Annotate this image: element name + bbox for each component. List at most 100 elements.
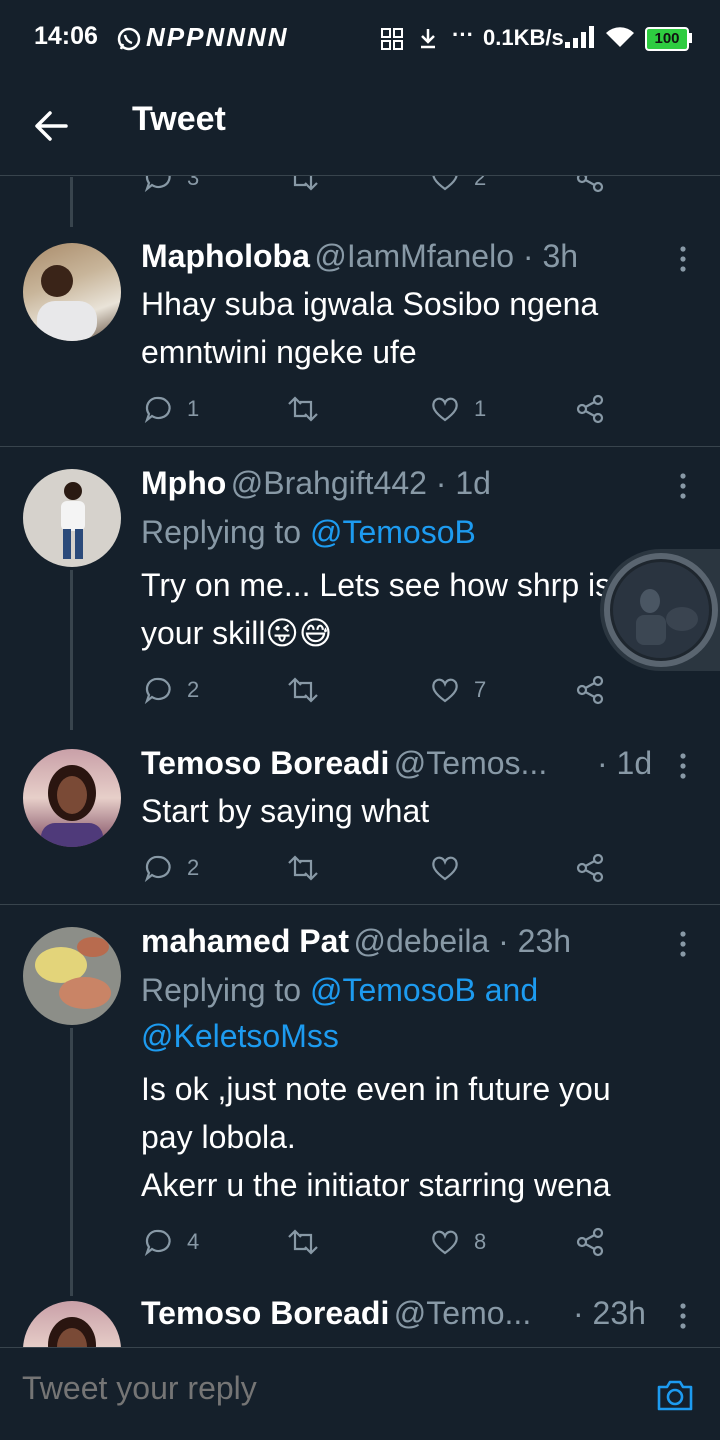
reply-count: 2 (187, 855, 200, 880)
more-icon[interactable] (673, 929, 693, 959)
tweet-text-line: Is ok ,just note even in future you (141, 1071, 611, 1107)
like-count: 7 (474, 677, 487, 702)
author-handle-time[interactable]: @Brahgift442 · 1d (231, 465, 491, 501)
reply-button[interactable]: 1 (143, 392, 199, 426)
avatar-photo (61, 482, 85, 559)
reply-icon (144, 1229, 171, 1257)
author-handle-time[interactable]: @debeila · 23h (354, 923, 572, 959)
author-name[interactable]: Temoso Boreadi (141, 745, 389, 781)
battery-tip (689, 33, 692, 43)
more-icon[interactable] (673, 751, 693, 781)
replying-to-label: Replying to (141, 514, 310, 550)
reply-input[interactable] (22, 1370, 622, 1407)
more-icon[interactable] (673, 244, 693, 274)
avatar-photo (41, 765, 103, 847)
avatar-photo (35, 937, 111, 1009)
replying-to-label: Replying to (141, 972, 310, 1008)
like-button[interactable]: 7 (430, 673, 486, 707)
retweet-button[interactable] (286, 851, 320, 885)
page-title: Tweet (132, 100, 226, 138)
whatsapp-icon (117, 27, 141, 51)
replying-to: Replying to @TemosoB and @KeletsoMss (141, 967, 538, 1059)
author-handle[interactable]: @Temos... (394, 745, 547, 781)
reply-count: 4 (187, 1229, 200, 1254)
author-name[interactable]: mahamed Pat (141, 923, 349, 959)
tweet-text-line: pay lobola. (141, 1119, 296, 1155)
battery-icon: 100 (645, 27, 689, 51)
status-time: 14:06 (34, 22, 98, 50)
tweet-text-line: emntwini ngeke ufe (141, 334, 417, 370)
author-handle-time[interactable]: @IamMfanelo · 3h (314, 238, 578, 274)
like-icon (432, 397, 458, 422)
tweet[interactable]: Mapholoba @IamMfanelo · 3h Hhay suba igw… (0, 226, 720, 446)
retweet-icon (288, 1229, 318, 1255)
share-icon (576, 1227, 604, 1257)
share-button[interactable] (575, 851, 605, 885)
avatar[interactable] (23, 1301, 121, 1347)
mention-link[interactable]: @TemosoB and (310, 972, 538, 1008)
tweet-text-line: Start by saying what (141, 793, 430, 829)
reply-button[interactable]: 4 (143, 1225, 199, 1259)
status-ellipsis: ··· (452, 22, 474, 47)
qr-icon (381, 28, 403, 50)
like-button[interactable]: 1 (430, 392, 486, 426)
like-button[interactable] (430, 851, 460, 885)
reply-button[interactable]: 2 (143, 673, 199, 707)
more-icon[interactable] (673, 1301, 693, 1331)
avatar-photo (37, 265, 97, 341)
share-button[interactable] (575, 1225, 605, 1259)
reply-count: 1 (187, 396, 200, 421)
reply-composer (0, 1347, 720, 1440)
status-bar: 14:06 NPPNNNN ··· 0.1KB/s 100 (0, 0, 720, 76)
author-name[interactable]: Mpho (141, 465, 226, 501)
retweet-icon (288, 677, 318, 703)
share-icon (576, 394, 604, 424)
signal-icon (565, 26, 594, 48)
tweet-text-line: Akerr u the initiator starring wena (141, 1167, 611, 1203)
wifi-icon (606, 27, 634, 47)
camera-icon[interactable] (655, 1377, 695, 1413)
more-icon[interactable] (673, 471, 693, 501)
like-button[interactable]: 8 (430, 1225, 486, 1259)
author-handle[interactable]: @Temo... (394, 1295, 531, 1331)
like-button[interactable]: 2 (430, 176, 486, 195)
retweet-button[interactable] (286, 673, 320, 707)
floating-video-player[interactable] (600, 549, 720, 671)
notification-app-icons: NPPNNNN (146, 22, 289, 52)
share-button[interactable] (575, 176, 605, 195)
share-button[interactable] (575, 673, 605, 707)
retweet-icon (288, 855, 318, 881)
author-name[interactable]: Mapholoba (141, 238, 310, 274)
reply-button[interactable]: 2 (143, 851, 199, 885)
reply-icon (144, 677, 171, 705)
video-thumbnail (604, 553, 718, 667)
reply-button[interactable]: 3 (143, 176, 199, 195)
like-icon (432, 678, 458, 703)
avatar[interactable] (23, 469, 121, 567)
network-speed: 0.1KB/s (483, 25, 564, 50)
back-arrow-icon[interactable] (30, 104, 74, 148)
top-app-bar: Tweet (0, 76, 720, 176)
tweet[interactable]: Temoso Boreadi @Temos... · 1d Start by s… (0, 727, 720, 904)
like-count: 8 (474, 1229, 487, 1254)
share-button[interactable] (575, 392, 605, 426)
author-name[interactable]: Temoso Boreadi (141, 1295, 389, 1331)
like-count: 2 (474, 176, 487, 190)
share-icon (576, 675, 604, 705)
retweet-button[interactable] (286, 176, 320, 195)
mention-link[interactable]: @TemosoB (310, 514, 476, 550)
retweet-icon (288, 396, 318, 422)
avatar[interactable] (23, 749, 121, 847)
reply-count: 3 (187, 176, 200, 190)
tweet-text-line: Hhay suba igwala Sosibo ngena (141, 286, 599, 322)
retweet-button[interactable] (286, 392, 320, 426)
avatar[interactable] (23, 927, 121, 1025)
tweet[interactable]: mahamed Pat @debeila · 23h Replying to @… (0, 905, 720, 1285)
retweet-button[interactable] (286, 1225, 320, 1259)
avatar[interactable] (23, 243, 121, 341)
tweet-text: Is ok ,just note even in future you pay … (141, 1065, 701, 1209)
tweet-time: · 1d (597, 745, 653, 781)
partial-tweet-actions: 3 2 (0, 176, 720, 196)
mention-link[interactable]: @KeletsoMss (141, 1013, 538, 1059)
tweet[interactable]: Temoso Boreadi @Temo... · 23h (0, 1285, 720, 1347)
